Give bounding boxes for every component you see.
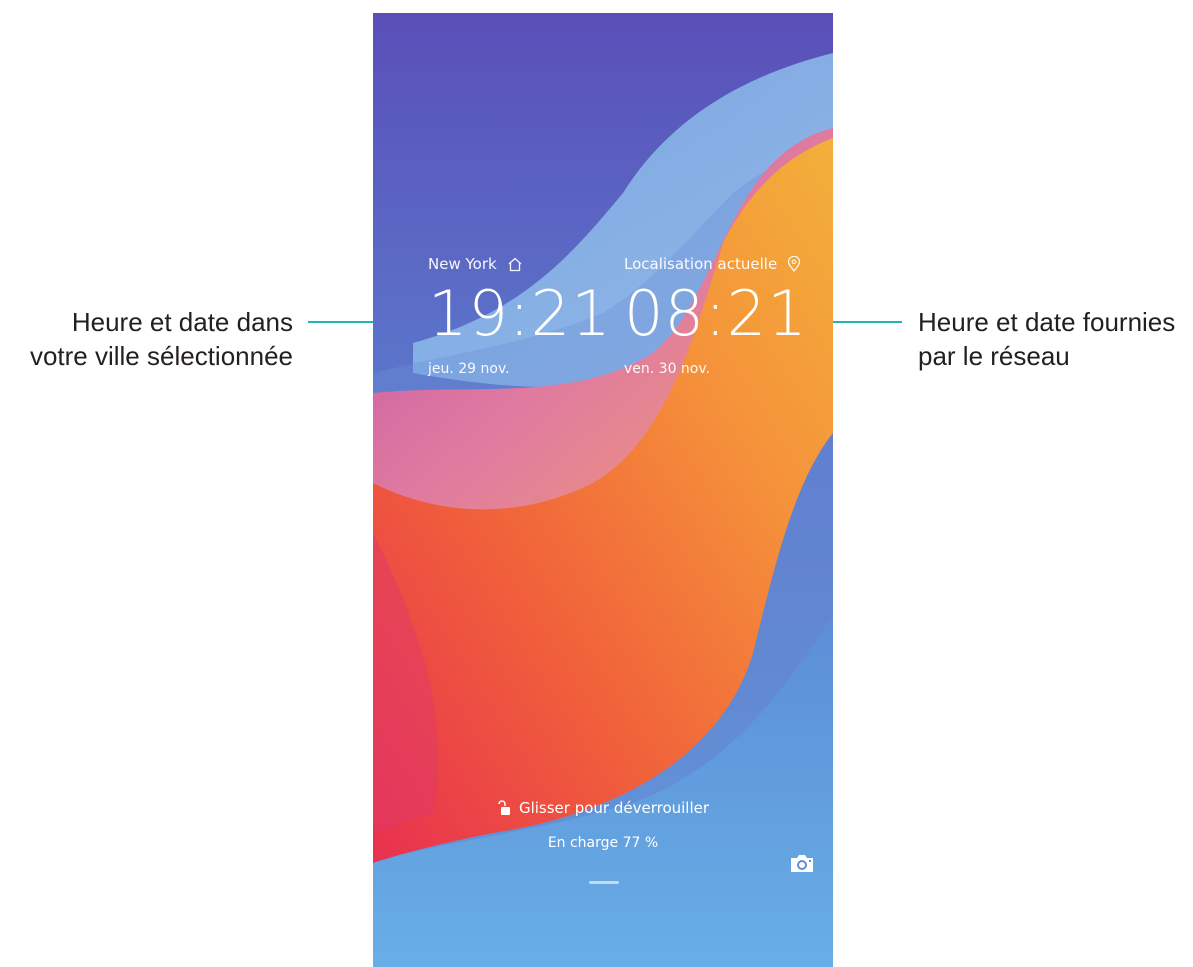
location-pin-icon xyxy=(788,256,801,272)
callout-network: Heure et date fournies par le réseau xyxy=(918,305,1175,373)
home-indicator[interactable] xyxy=(589,881,619,884)
local-clock-header: Localisation actuelle xyxy=(624,255,808,273)
home-city-header: New York xyxy=(428,255,612,273)
home-city-name: New York xyxy=(428,255,497,273)
callout-home-city-line1: Heure et date dans xyxy=(71,307,293,337)
local-clock-date: ven. 30 nov. xyxy=(624,361,711,377)
callout-network-line2: par le réseau xyxy=(918,341,1070,371)
home-city-clock: New York 19:21 jeu. 29 nov. xyxy=(428,255,612,377)
local-clock: Localisation actuelle 08:21 ven. 30 nov. xyxy=(624,255,808,377)
callout-home-city: Heure et date dans votre ville sélection… xyxy=(30,305,293,373)
unlock-label: Glisser pour déverrouiller xyxy=(518,799,710,817)
home-city-time: 19:21 xyxy=(428,277,612,350)
unlock-icon xyxy=(498,800,510,815)
home-icon xyxy=(508,257,522,271)
local-clock-city: Localisation actuelle xyxy=(624,255,778,273)
charging-status: En charge 77 % xyxy=(547,835,659,851)
local-clock-time: 08:21 xyxy=(624,277,808,350)
wallpaper xyxy=(373,13,833,967)
lock-screen: New York 19:21 jeu. 29 nov. Localisation… xyxy=(373,13,833,967)
unlock-hint[interactable]: Glisser pour déverrouiller xyxy=(373,799,833,817)
callout-network-line1: Heure et date fournies xyxy=(918,307,1176,337)
camera-icon[interactable] xyxy=(788,851,816,875)
callout-home-city-line2: votre ville sélectionnée xyxy=(29,341,293,371)
home-city-date: jeu. 29 nov. xyxy=(428,361,510,377)
